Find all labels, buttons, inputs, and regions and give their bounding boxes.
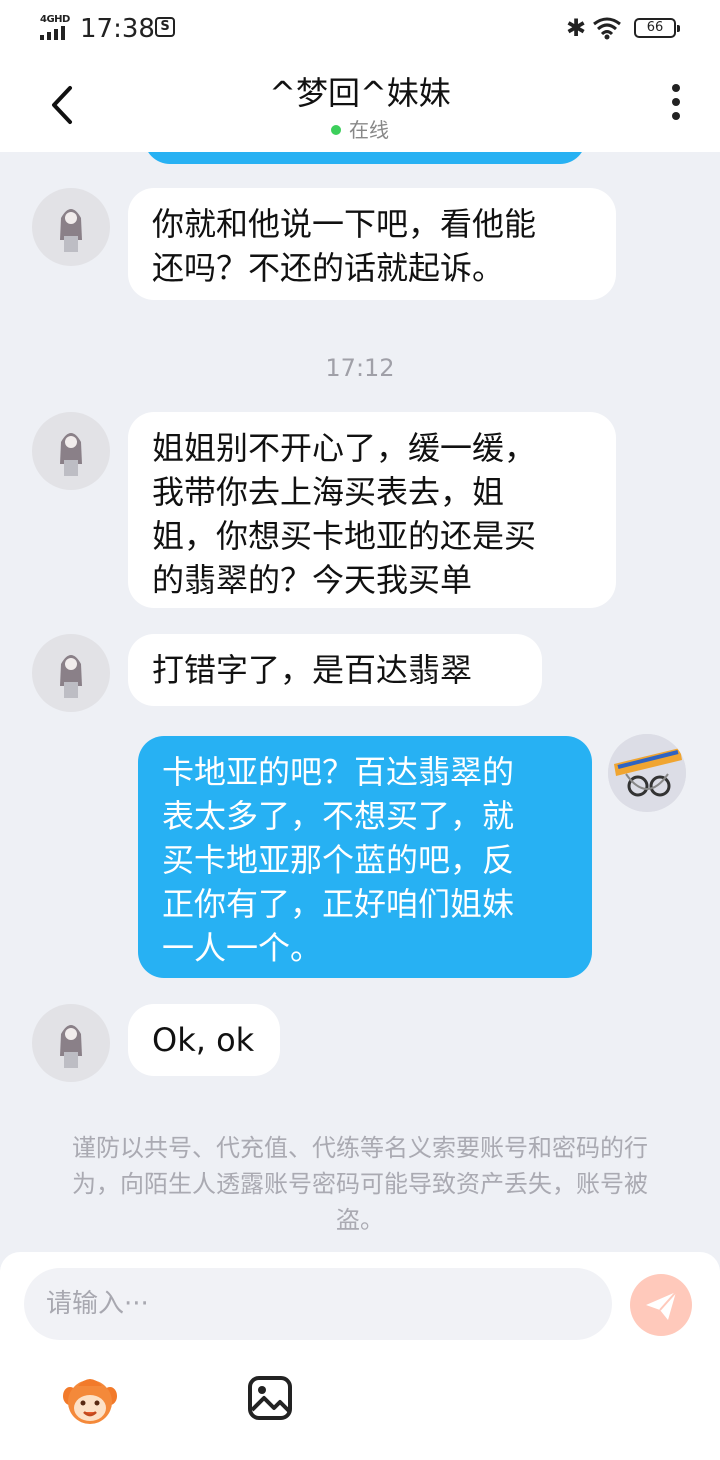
input-bar (0, 1252, 720, 1460)
my-avatar[interactable] (608, 734, 686, 812)
message-bubble-incoming[interactable]: 打错字了，是百达翡翠 (128, 634, 542, 706)
signal-icon (40, 26, 65, 40)
notification-icon: S (155, 17, 175, 37)
chat-title: ^梦回^妹妹 (269, 74, 451, 112)
send-icon[interactable] (630, 1274, 692, 1336)
message-bubble-outgoing[interactable]: 卡地亚的吧？百达翡翠的 表太多了，不想买了，就 买卡地亚那个蓝的吧，反 正你有了… (138, 736, 592, 978)
emoji-icon[interactable] (60, 1370, 120, 1430)
message-bubble-incoming[interactable]: 姐姐别不开心了，缓一缓， 我带你去上海买表去，姐 姐，你想买卡地亚的还是买 的翡… (128, 412, 616, 608)
battery-icon: 66 (634, 18, 680, 38)
message-timestamp: 17:12 (325, 354, 395, 382)
security-notice: 谨防以共号、代充值、代练等名义索要账号和密码的行为，向陌生人透露账号密码可能导致… (72, 1134, 648, 1234)
message-bubble-partial (144, 152, 586, 164)
network-type: 4GHD (40, 14, 70, 25)
contact-avatar[interactable] (32, 1004, 110, 1082)
status-time: 17:38 (80, 14, 155, 44)
wifi-icon (593, 17, 621, 40)
online-dot-icon (331, 125, 341, 135)
status-bar: 4GHD 17:38 S ✱ 66 (0, 0, 720, 58)
online-status: 在线 (0, 114, 720, 143)
contact-avatar[interactable] (32, 188, 110, 266)
contact-avatar[interactable] (32, 634, 110, 712)
message-input[interactable] (24, 1268, 612, 1340)
chat-header: ^梦回^妹妹 在线 (0, 58, 720, 152)
bluetooth-icon: ✱ (566, 14, 587, 42)
more-vertical-icon[interactable] (664, 84, 688, 128)
message-bubble-incoming[interactable]: Ok, ok (128, 1004, 280, 1076)
message-list[interactable]: 你就和他说一下吧，看他能 还吗？不还的话就起诉。 17:12 姐姐别不开心了，缓… (0, 152, 720, 1252)
contact-avatar[interactable] (32, 412, 110, 490)
online-label: 在线 (349, 118, 389, 142)
image-icon[interactable] (246, 1374, 294, 1422)
message-bubble-incoming[interactable]: 你就和他说一下吧，看他能 还吗？不还的话就起诉。 (128, 188, 616, 300)
